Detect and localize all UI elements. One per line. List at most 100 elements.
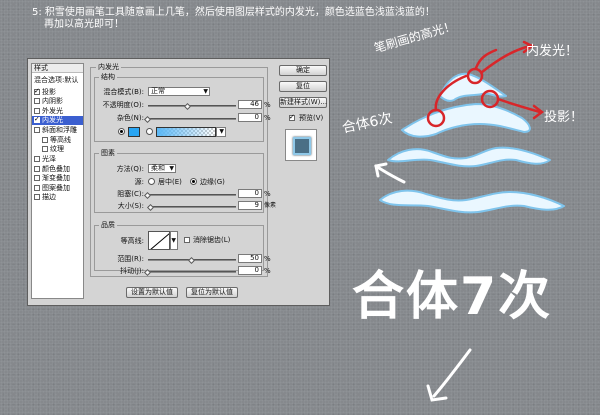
preview-label: 预览(V) bbox=[299, 114, 324, 122]
make-default-button[interactable]: 设置为默认值 bbox=[126, 287, 178, 298]
style-item-label: 等高线 bbox=[50, 136, 71, 144]
gradient-picker[interactable] bbox=[156, 127, 216, 137]
glow-color-swatch[interactable] bbox=[128, 127, 140, 137]
red-markers bbox=[426, 40, 545, 128]
styles-list-item[interactable]: 描边 bbox=[32, 193, 83, 202]
style-item-label: 样式 bbox=[34, 64, 48, 72]
reset-button[interactable]: 复位 bbox=[279, 81, 327, 92]
styles-list-item[interactable]: 纹理 bbox=[32, 145, 83, 154]
range-input[interactable]: 50 bbox=[238, 254, 262, 263]
center-radio[interactable] bbox=[148, 178, 155, 185]
instruction-line-2: 再加以高光即可！ bbox=[44, 19, 124, 30]
blend-mode-value: 正常 bbox=[151, 87, 165, 95]
style-checkbox[interactable] bbox=[34, 108, 40, 114]
style-item-label: 描边 bbox=[42, 193, 56, 201]
style-checkbox[interactable] bbox=[34, 127, 40, 133]
preview-swatch bbox=[293, 137, 311, 155]
noise-slider[interactable] bbox=[148, 118, 236, 120]
style-checkbox[interactable] bbox=[42, 137, 48, 143]
choke-input[interactable]: 0 bbox=[238, 189, 262, 198]
edge-label: 边缘(G) bbox=[200, 178, 225, 186]
center-label: 居中(E) bbox=[158, 178, 182, 186]
styles-list-item[interactable]: 外发光 bbox=[32, 107, 83, 116]
edge-radio[interactable] bbox=[190, 178, 197, 185]
elements-title: 图素 bbox=[99, 149, 117, 157]
style-item-label: 混合选项:默认 bbox=[34, 76, 79, 84]
size-label: 大小(S): bbox=[117, 202, 144, 210]
style-checkbox[interactable] bbox=[34, 185, 40, 191]
reset-default-button[interactable]: 复位为默认值 bbox=[186, 287, 238, 298]
size-unit: 像素 bbox=[264, 202, 277, 209]
style-checkbox[interactable] bbox=[34, 98, 40, 104]
quality-group bbox=[94, 225, 264, 271]
styles-list-item[interactable]: 等高线 bbox=[32, 136, 83, 145]
size-input[interactable]: 9 bbox=[238, 201, 262, 210]
style-item-label: 内阴影 bbox=[42, 97, 63, 105]
jitter-label: 抖动(J): bbox=[120, 267, 144, 275]
snow-drifts bbox=[379, 72, 565, 214]
jitter-slider[interactable] bbox=[148, 271, 236, 273]
opacity-unit: % bbox=[264, 101, 271, 109]
gradient-dropdown[interactable]: ▼ bbox=[216, 127, 226, 137]
styles-list: 样式混合选项:默认投影内阴影外发光内发光斜面和浮雕等高线纹理光泽颜色叠加渐变叠加… bbox=[31, 63, 84, 299]
styles-list-header: 样式 bbox=[32, 64, 83, 73]
jitter-input[interactable]: 0 bbox=[238, 266, 262, 275]
chevron-down-icon: ▼ bbox=[171, 237, 176, 244]
ok-button[interactable]: 确定 bbox=[279, 65, 327, 76]
style-item-label: 颜色叠加 bbox=[42, 165, 70, 173]
range-label: 范围(R): bbox=[117, 255, 144, 263]
inner-glow-panel: 内发光 结构 混合模式(B): 正常 ▼ 不透明度(O): 46 % 杂色(N)… bbox=[90, 63, 276, 299]
contour-dropdown[interactable]: ▼ bbox=[170, 231, 178, 250]
method-select[interactable]: 柔和 ▼ bbox=[148, 164, 176, 173]
style-checkbox[interactable] bbox=[34, 194, 40, 200]
styles-list-item[interactable]: 内发光 bbox=[32, 116, 83, 125]
jitter-unit: % bbox=[264, 267, 271, 275]
annotation-merge6: 合体6次 bbox=[340, 110, 394, 137]
style-item-label: 内发光 bbox=[42, 116, 63, 124]
size-slider[interactable] bbox=[148, 206, 236, 208]
choke-slider[interactable] bbox=[148, 194, 236, 196]
antialias-checkbox[interactable] bbox=[184, 237, 190, 243]
style-checkbox[interactable] bbox=[42, 146, 48, 152]
blend-mode-select[interactable]: 正常 ▼ bbox=[148, 87, 210, 96]
styles-list-item[interactable]: 斜面和浮雕 bbox=[32, 126, 83, 135]
contour-curve-icon bbox=[150, 233, 169, 249]
annotation-inner-glow: 内发光！ bbox=[526, 44, 579, 59]
choke-label: 阻塞(C): bbox=[117, 190, 144, 198]
style-checkbox[interactable] bbox=[34, 88, 40, 96]
style-item-label: 投影 bbox=[42, 88, 56, 96]
contour-label: 等高线: bbox=[120, 237, 144, 245]
styles-list-item[interactable]: 渐变叠加 bbox=[32, 174, 83, 183]
opacity-label: 不透明度(O): bbox=[102, 101, 144, 109]
styles-list-item[interactable]: 内阴影 bbox=[32, 97, 83, 106]
style-preview-thumbnail bbox=[285, 129, 317, 161]
method-value: 柔和 bbox=[151, 164, 165, 172]
styles-list-item[interactable]: 投影 bbox=[32, 88, 83, 97]
styles-list-item[interactable]: 图案叠加 bbox=[32, 184, 83, 193]
quality-title: 品质 bbox=[99, 221, 117, 229]
style-checkbox[interactable] bbox=[34, 175, 40, 181]
annotation-merge7: 合体7次 bbox=[352, 267, 553, 327]
contour-picker[interactable] bbox=[148, 231, 170, 250]
new-style-button[interactable]: 新建样式(W)... bbox=[279, 97, 327, 108]
layer-style-dialog: 样式混合选项:默认投影内阴影外发光内发光斜面和浮雕等高线纹理光泽颜色叠加渐变叠加… bbox=[27, 58, 330, 306]
choke-unit: % bbox=[264, 190, 271, 198]
gradient-radio[interactable] bbox=[146, 128, 153, 135]
preview-checkbox[interactable] bbox=[289, 113, 295, 121]
blend-mode-label: 混合模式(B): bbox=[103, 88, 144, 96]
styles-list-item[interactable]: 颜色叠加 bbox=[32, 165, 83, 174]
annotation-shadow: 投影！ bbox=[544, 110, 584, 125]
opacity-input[interactable]: 46 bbox=[238, 100, 262, 109]
styles-list-item[interactable]: 混合选项:默认 bbox=[32, 76, 83, 85]
chevron-down-icon: ▼ bbox=[219, 128, 224, 135]
styles-list-item[interactable]: 光泽 bbox=[32, 155, 83, 164]
noise-input[interactable]: 0 bbox=[238, 113, 262, 122]
style-checkbox[interactable] bbox=[34, 166, 40, 172]
opacity-slider[interactable] bbox=[148, 105, 236, 107]
style-item-label: 图案叠加 bbox=[42, 184, 70, 192]
solid-color-radio[interactable] bbox=[118, 128, 125, 135]
style-checkbox[interactable] bbox=[34, 156, 40, 162]
style-checkbox[interactable] bbox=[34, 116, 40, 124]
structure-title: 结构 bbox=[99, 73, 117, 81]
method-label: 方法(Q): bbox=[116, 165, 144, 173]
